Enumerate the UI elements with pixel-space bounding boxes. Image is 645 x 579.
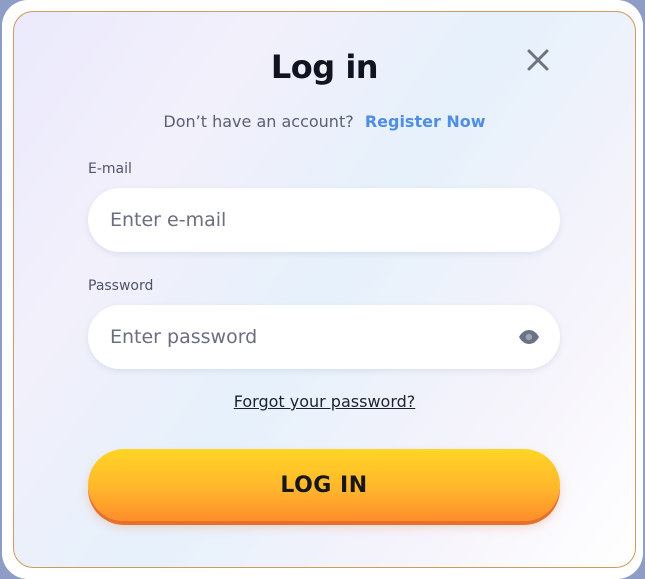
- modal-backdrop-frame: Log in Don’t have an account? Register N…: [2, 0, 643, 579]
- login-modal: Log in Don’t have an account? Register N…: [13, 11, 636, 568]
- email-placeholder: Enter e-mail: [110, 209, 227, 231]
- eye-icon[interactable]: [518, 329, 540, 345]
- email-label: E-mail: [88, 161, 132, 177]
- password-field[interactable]: Enter password: [88, 305, 560, 369]
- login-button[interactable]: LOG IN: [88, 449, 560, 521]
- password-placeholder: Enter password: [110, 326, 258, 348]
- forgot-password-row: Forgot your password?: [14, 392, 635, 411]
- forgot-password-link[interactable]: Forgot your password?: [234, 392, 416, 411]
- email-field[interactable]: Enter e-mail: [88, 188, 560, 252]
- close-icon: [527, 49, 549, 71]
- register-prompt: Don’t have an account?: [163, 112, 354, 131]
- close-button[interactable]: [526, 48, 550, 72]
- register-now-link[interactable]: Register Now: [365, 112, 486, 131]
- register-prompt-row: Don’t have an account? Register Now: [14, 112, 635, 131]
- password-label: Password: [88, 278, 154, 294]
